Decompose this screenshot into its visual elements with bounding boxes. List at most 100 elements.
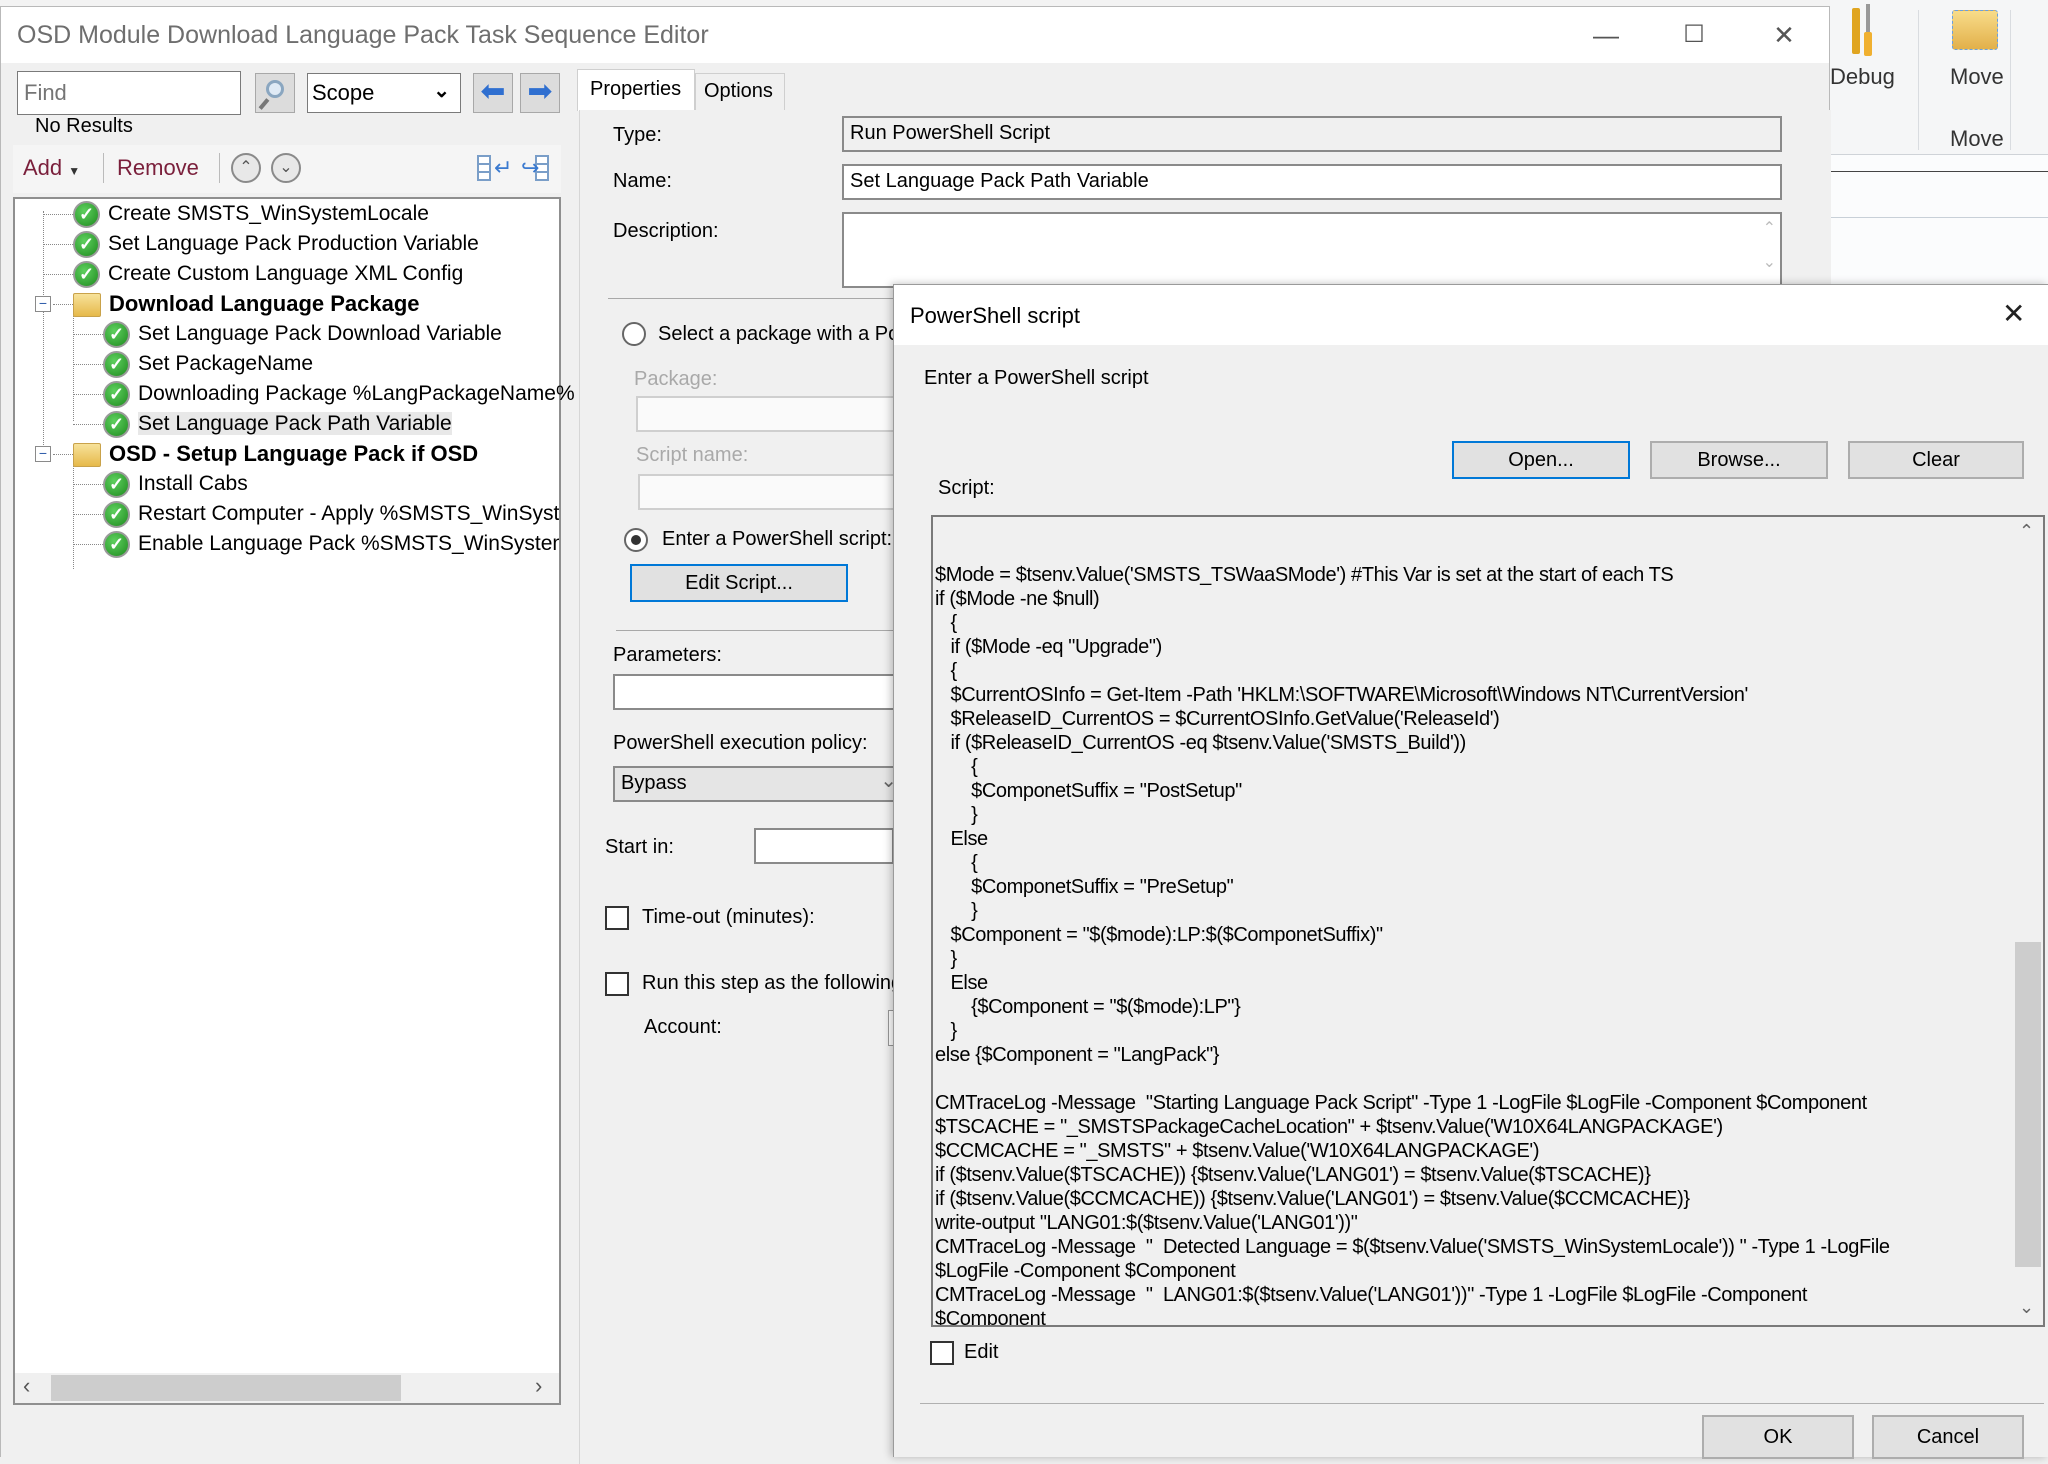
collapse-toggle[interactable]: − (35, 446, 51, 462)
tab-options[interactable]: Options (695, 73, 785, 111)
account-label: Account: (644, 1016, 722, 1038)
tree-item[interactable]: ✓ Set Language Pack Production Variable (73, 229, 479, 259)
close-button[interactable]: ✕ (1754, 15, 1814, 55)
start-in-label: Start in: (605, 836, 674, 858)
scope-dropdown[interactable]: Scope ⌄ (307, 73, 461, 113)
ok-button[interactable]: OK (1702, 1415, 1854, 1459)
name-field[interactable]: Set Language Pack Path Variable (842, 164, 1782, 200)
search-results-status: No Results (35, 115, 133, 137)
scrollbar-thumb[interactable] (2015, 942, 2041, 1267)
tree-group[interactable]: Download Language Package (73, 289, 420, 319)
success-check-icon: ✓ (103, 410, 130, 438)
chevron-down-icon: ⌄ (433, 80, 450, 102)
success-check-icon: ✓ (73, 200, 100, 228)
success-check-icon: ✓ (103, 380, 130, 408)
edit-checkbox[interactable] (930, 1341, 954, 1365)
arrow-right-icon: ➡ (527, 75, 553, 108)
group-folder-icon (73, 443, 101, 468)
scroll-up-icon[interactable]: ⌃ (1763, 218, 1776, 238)
tree-item[interactable]: ✓ Set PackageName (103, 349, 313, 379)
next-result-button[interactable]: ➡ (520, 73, 560, 113)
debug-button[interactable]: Debug (1830, 64, 1895, 90)
execution-policy-label: PowerShell execution policy: (613, 732, 868, 754)
run-as-checkbox[interactable] (605, 972, 629, 996)
tree-item[interactable]: ✓ Create SMSTS_WinSystemLocale (73, 199, 429, 229)
group-folder-icon (73, 293, 101, 318)
arrow-left-icon: ⬅ (480, 75, 506, 108)
move-down-button[interactable]: ⌄ (271, 153, 301, 183)
success-check-icon: ✓ (103, 470, 130, 498)
scrollbar-thumb[interactable] (51, 1375, 401, 1401)
move-group-label: Move (1950, 126, 2004, 151)
name-label: Name: (613, 170, 672, 192)
timeout-checkbox[interactable] (605, 906, 629, 930)
select-package-radio[interactable] (622, 322, 646, 346)
dialog-title-bar: PowerShell script ✕ (894, 285, 2048, 345)
previous-result-button[interactable]: ⬅ (473, 73, 513, 113)
clear-button[interactable]: Clear (1848, 441, 2024, 479)
description-field[interactable]: ⌃ ⌄ (842, 212, 1782, 288)
move-up-button[interactable]: ⌃ (231, 153, 261, 183)
type-field: Run PowerShell Script (842, 116, 1782, 152)
parameters-field[interactable] (613, 674, 903, 710)
tree-item[interactable]: ✓ Install Cabs (103, 469, 248, 499)
package-label: Package: (634, 368, 718, 390)
tab-properties[interactable]: Properties (577, 69, 695, 111)
description-label: Description: (613, 220, 719, 242)
scroll-down-icon[interactable]: ⌄ (2019, 1297, 2034, 1318)
run-as-label: Run this step as the following account (642, 972, 896, 994)
enter-script-radio[interactable] (624, 528, 648, 552)
search-button[interactable] (255, 73, 295, 113)
dialog-instruction: Enter a PowerShell script (924, 367, 1149, 389)
tree-item[interactable]: ✓ Create Custom Language XML Config (73, 259, 463, 289)
execution-policy-dropdown[interactable]: Bypass ⌄ (613, 766, 903, 802)
tree-item-selected[interactable]: ✓ Set Language Pack Path Variable (103, 409, 452, 439)
collapse-all-button[interactable]: ↵ (477, 153, 512, 183)
debug-icon (1850, 4, 1878, 56)
tree-toolbar: Add ▼ Remove ⌃ ⌄ ↵ ↪ (13, 145, 561, 193)
browse-button[interactable]: Browse... (1650, 441, 1828, 479)
script-content: $Mode = $tsenv.Value('SMSTS_TSWaaSMode')… (935, 564, 1890, 1327)
find-input[interactable] (17, 71, 241, 115)
script-name-label: Script name: (636, 444, 749, 466)
collapse-toggle[interactable]: − (35, 296, 51, 312)
expand-all-button[interactable]: ↪ (521, 153, 551, 183)
scroll-up-icon[interactable]: ⌃ (2019, 521, 2034, 542)
tree-group[interactable]: OSD - Setup Language Pack if OSD (73, 439, 478, 469)
scroll-right-icon[interactable]: › (535, 1373, 542, 1399)
collapse-all-icon (477, 155, 491, 181)
tree-item[interactable]: ✓Enable Language Pack %SMSTS_WinSystemLo… (103, 529, 559, 559)
move-icon (1952, 10, 1998, 50)
start-in-field[interactable] (754, 828, 894, 864)
tree-item[interactable]: ✓ Restart Computer - Apply %SMSTS_WinSyst… (103, 499, 559, 529)
edit-script-button[interactable]: Edit Script... (630, 564, 848, 602)
cancel-button[interactable]: Cancel (1872, 1415, 2024, 1459)
title-bar: OSD Module Download Language Pack Task S… (1, 7, 1829, 63)
success-check-icon: ✓ (103, 350, 130, 378)
select-package-label: Select a package with a PowerShell scrip… (658, 323, 898, 345)
search-icon (266, 80, 284, 98)
script-label: Script: (938, 477, 995, 499)
dialog-close-button[interactable]: ✕ (2002, 297, 2025, 330)
dropdown-arrow-icon: ▼ (68, 164, 81, 178)
scroll-left-icon[interactable]: ‹ (23, 1373, 30, 1399)
console-ribbon: Debug Move Move (1830, 0, 2048, 155)
tree-item[interactable]: ✓ Set Language Pack Download Variable (103, 319, 502, 349)
script-name-field (638, 474, 898, 510)
window-title: OSD Module Download Language Pack Task S… (17, 21, 709, 49)
open-button[interactable]: Open... (1452, 441, 1630, 479)
console-content (1830, 155, 2048, 285)
minimize-button[interactable]: — (1576, 15, 1636, 55)
remove-button[interactable]: Remove (117, 155, 199, 181)
scroll-down-icon[interactable]: ⌄ (1763, 252, 1776, 272)
success-check-icon: ✓ (103, 320, 130, 348)
script-textbox[interactable]: $Mode = $tsenv.Value('SMSTS_TSWaaSMode')… (931, 515, 2045, 1327)
tree-item[interactable]: ✓ Downloading Package %LangPackageName% (103, 379, 575, 409)
script-vertical-scrollbar[interactable]: ⌃ ⌄ (2013, 517, 2043, 1325)
tree-horizontal-scrollbar[interactable]: ‹ › (15, 1373, 559, 1403)
timeout-label: Time-out (minutes): (642, 906, 815, 928)
task-sequence-tree: ✓ Create SMSTS_WinSystemLocale ✓ Set Langu… (13, 197, 575, 1405)
move-button[interactable]: Move (1950, 64, 2004, 90)
maximize-button[interactable]: ☐ (1664, 15, 1724, 55)
add-button[interactable]: Add ▼ (23, 155, 80, 181)
